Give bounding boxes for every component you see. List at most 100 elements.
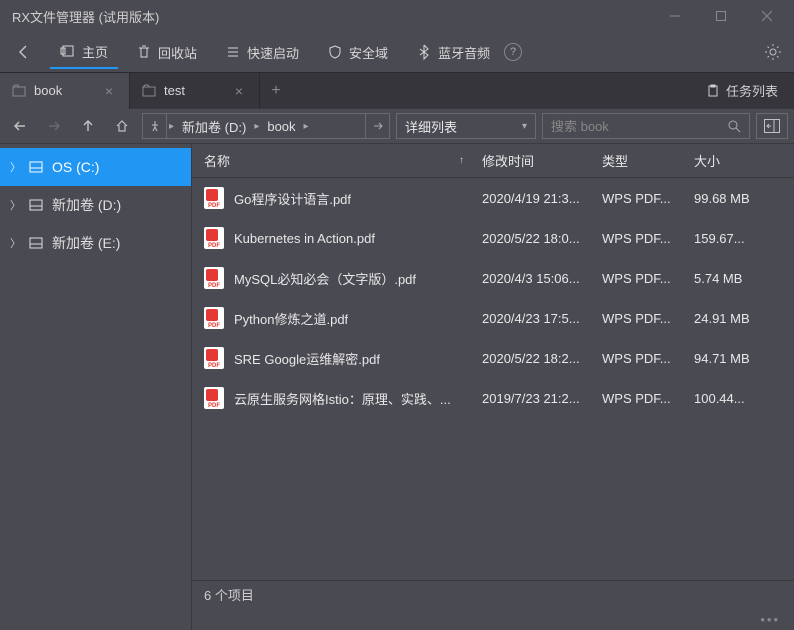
tab-label: test [164, 83, 223, 98]
pdf-file-icon [204, 267, 224, 289]
file-size: 94.71 MB [694, 351, 790, 366]
chevron-right-icon[interactable]: 〉 [10, 235, 20, 251]
sidebar: 〉OS (C:)〉新加卷 (D:)〉新加卷 (E:) [0, 144, 192, 630]
title-bar: RX文件管理器 (试用版本) [0, 0, 794, 32]
tab[interactable]: book× [0, 73, 130, 109]
panel-toggle-button[interactable] [756, 113, 788, 139]
menu-quick-label: 快速启动 [247, 43, 299, 62]
menu-home-label: 主页 [82, 42, 108, 61]
file-row[interactable]: 云原生服务网格Istio：原理、实践、... 2019/7/23 21:2...W… [192, 378, 794, 418]
file-type: WPS PDF... [602, 311, 694, 326]
file-name: 云原生服务网格Istio：原理、实践、... [234, 389, 451, 408]
file-date: 2019/7/23 21:2... [482, 391, 602, 406]
folder-icon [142, 84, 156, 98]
file-name: Kubernetes in Action.pdf [234, 231, 375, 246]
close-button[interactable] [744, 0, 790, 32]
menu-security[interactable]: 安全域 [317, 37, 398, 68]
view-mode-label: 详细列表 [405, 117, 457, 136]
tree-item-label: OS (C:) [52, 159, 99, 175]
breadcrumb-go-button[interactable] [365, 114, 389, 138]
clipboard-icon [706, 84, 720, 98]
drive-icon [28, 235, 44, 251]
tree-item-label: 新加卷 (D:) [52, 195, 121, 215]
pdf-file-icon [204, 307, 224, 329]
menu-recycle[interactable]: 回收站 [126, 37, 207, 68]
window-title: RX文件管理器 (试用版本) [12, 7, 652, 26]
menu-bluetooth[interactable]: 蓝牙音频 ? [406, 37, 532, 68]
file-row[interactable]: MySQL必知必会（文字版）.pdf2020/4/3 15:06...WPS P… [192, 258, 794, 298]
back-arrow-button[interactable] [12, 40, 36, 64]
file-date: 2020/4/23 17:5... [482, 311, 602, 326]
column-date[interactable]: 修改时间 [482, 151, 602, 170]
files-area[interactable]: Go程序设计语言.pdf2020/4/19 21:3...WPS PDF...9… [192, 178, 794, 580]
chevron-right-icon: ▸ [302, 121, 311, 132]
menu-quick[interactable]: 快速启动 [215, 37, 309, 68]
quick-icon [225, 44, 241, 60]
column-size[interactable]: 大小 [694, 151, 790, 170]
file-row[interactable]: Go程序设计语言.pdf2020/4/19 21:3...WPS PDF...9… [192, 178, 794, 218]
column-headers: 名称↑ 修改时间 类型 大小 [192, 144, 794, 178]
file-name: MySQL必知必会（文字版）.pdf [234, 269, 416, 288]
nav-back-button[interactable] [6, 113, 34, 139]
sort-asc-icon: ↑ [459, 155, 464, 166]
menu-home[interactable]: 主页 [50, 36, 118, 69]
task-list-button[interactable]: 任务列表 [690, 81, 794, 100]
settings-button[interactable] [764, 43, 782, 61]
column-type[interactable]: 类型 [602, 151, 694, 170]
status-text: 6 个项目 [204, 585, 254, 604]
file-date: 2020/4/3 15:06... [482, 271, 602, 286]
file-date: 2020/5/22 18:0... [482, 231, 602, 246]
tab-close-button[interactable]: × [101, 83, 117, 99]
pin-icon[interactable] [143, 114, 167, 138]
footer-bar: ••• [192, 608, 794, 630]
new-tab-button[interactable]: + [260, 73, 292, 109]
file-row[interactable]: Kubernetes in Action.pdf 2020/5/22 18:0..… [192, 218, 794, 258]
file-type: WPS PDF... [602, 351, 694, 366]
nav-forward-button[interactable] [40, 113, 68, 139]
column-name[interactable]: 名称↑ [196, 151, 482, 170]
minimize-button[interactable] [652, 0, 698, 32]
file-size: 99.68 MB [694, 191, 790, 206]
file-size: 159.67... [694, 231, 790, 246]
tree-item[interactable]: 〉 OS (C:) [0, 148, 191, 186]
breadcrumb-item[interactable]: 新加卷 (D:) [176, 117, 252, 136]
breadcrumb[interactable]: ▸ 新加卷 (D:) ▸ book ▸ [142, 113, 390, 139]
tree-item-label: 新加卷 (E:) [52, 233, 120, 253]
drive-icon [28, 197, 44, 213]
drive-icon [28, 159, 44, 175]
tabs-bar: book× test × + 任务列表 [0, 72, 794, 108]
chevron-down-icon: ▾ [522, 121, 527, 132]
tree-item[interactable]: 〉 新加卷 (E:) [0, 224, 191, 262]
search-icon[interactable] [727, 119, 741, 133]
file-size: 100.44... [694, 391, 790, 406]
tab-close-button[interactable]: × [231, 83, 247, 99]
search-box[interactable] [542, 113, 750, 139]
help-icon[interactable]: ? [504, 43, 522, 61]
tree-item[interactable]: 〉 新加卷 (D:) [0, 186, 191, 224]
nav-up-button[interactable] [74, 113, 102, 139]
tab[interactable]: test × [130, 73, 260, 109]
chevron-right-icon[interactable]: 〉 [10, 197, 20, 213]
file-type: WPS PDF... [602, 191, 694, 206]
task-list-label: 任务列表 [726, 81, 778, 100]
file-date: 2020/4/19 21:3... [482, 191, 602, 206]
recycle-icon [136, 44, 152, 60]
bluetooth-icon [416, 44, 432, 60]
file-row[interactable]: SRE Google运维解密.pdf2020/5/22 18:2...WPS P… [192, 338, 794, 378]
view-mode-dropdown[interactable]: 详细列表 ▾ [396, 113, 536, 139]
menu-bar: 主页 回收站 快速启动 安全域 蓝牙音频 ? [0, 32, 794, 72]
pdf-file-icon [204, 347, 224, 369]
file-type: WPS PDF... [602, 391, 694, 406]
chevron-right-icon[interactable]: 〉 [10, 159, 20, 175]
menu-recycle-label: 回收站 [158, 43, 197, 62]
nav-home-button[interactable] [108, 113, 136, 139]
toolbar: ▸ 新加卷 (D:) ▸ book ▸ 详细列表 ▾ [0, 108, 794, 144]
maximize-button[interactable] [698, 0, 744, 32]
file-row[interactable]: Python修炼之道.pdf2020/4/23 17:5...WPS PDF..… [192, 298, 794, 338]
main-panel: 名称↑ 修改时间 类型 大小 Go程序设计语言.pdf2020/4/19 21:… [192, 144, 794, 630]
breadcrumb-item[interactable]: book [261, 119, 301, 134]
more-icon[interactable]: ••• [760, 612, 780, 627]
file-size: 5.74 MB [694, 271, 790, 286]
search-input[interactable] [551, 119, 727, 134]
pdf-file-icon [204, 227, 224, 249]
